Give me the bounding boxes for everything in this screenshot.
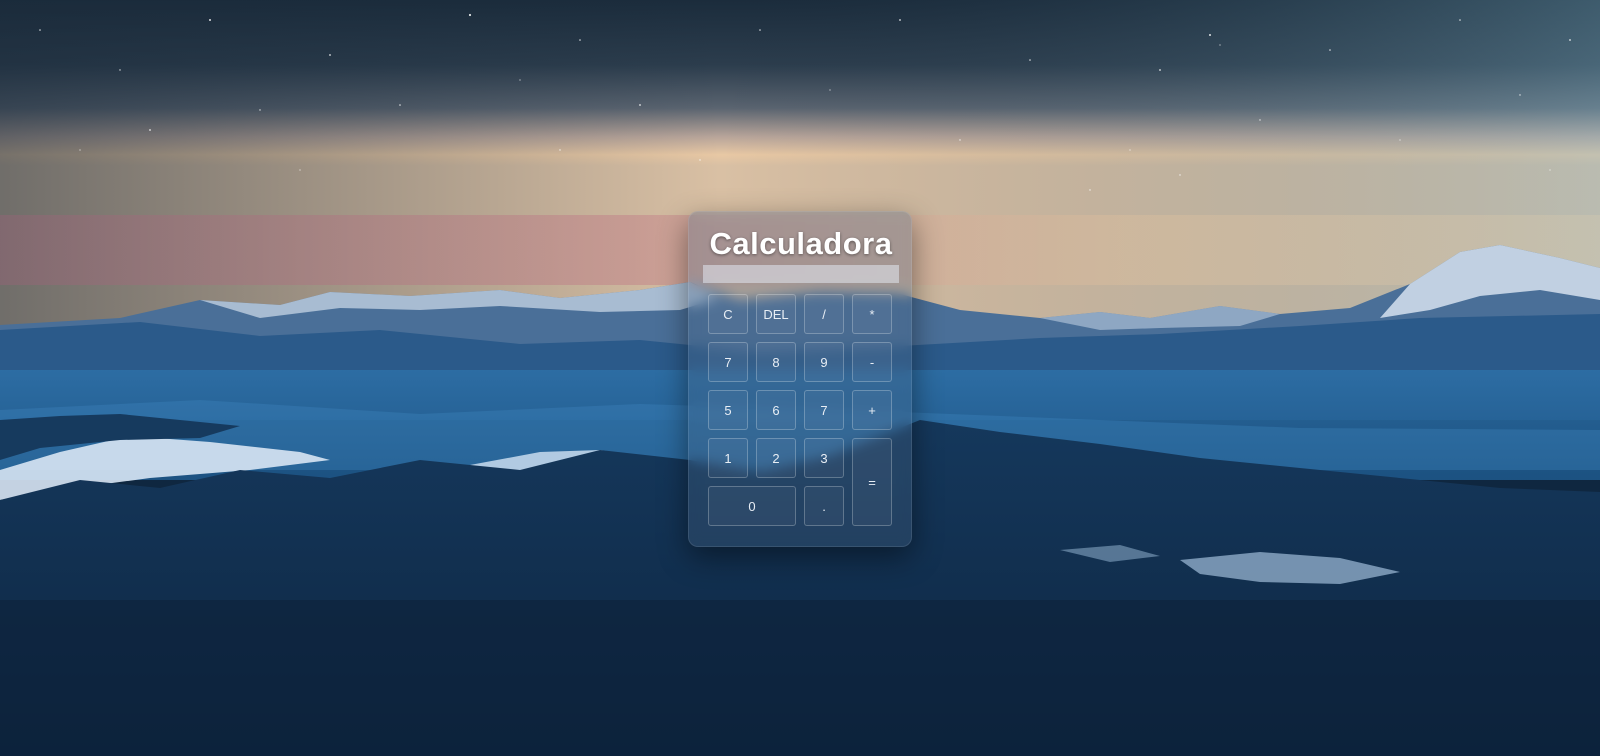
digit-3-button[interactable]: 3: [804, 438, 844, 478]
digit-5-button[interactable]: 5: [708, 390, 748, 430]
digit-7-button[interactable]: 7: [708, 342, 748, 382]
digit-7-second-button[interactable]: 7: [804, 390, 844, 430]
digit-1-button[interactable]: 1: [708, 438, 748, 478]
equals-button[interactable]: =: [852, 438, 892, 526]
display-input[interactable]: [703, 265, 899, 283]
decimal-point-button[interactable]: .: [804, 486, 844, 526]
calculator-title: Calculadora: [709, 226, 893, 261]
plus-button[interactable]: +: [852, 390, 892, 430]
delete-button[interactable]: DEL: [756, 294, 796, 334]
digit-0-button[interactable]: 0: [708, 486, 796, 526]
digit-9-button[interactable]: 9: [804, 342, 844, 382]
calculator-panel: Calculadora C DEL / * 7 8 9 - 5 6 7 + 1 …: [688, 211, 912, 547]
digit-6-button[interactable]: 6: [756, 390, 796, 430]
clear-button[interactable]: C: [708, 294, 748, 334]
digit-8-button[interactable]: 8: [756, 342, 796, 382]
minus-button[interactable]: -: [852, 342, 892, 382]
digit-2-button[interactable]: 2: [756, 438, 796, 478]
multiply-button[interactable]: *: [852, 294, 892, 334]
divide-button[interactable]: /: [804, 294, 844, 334]
keypad: C DEL / * 7 8 9 - 5 6 7 + 1 2 3 = 0 .: [708, 294, 892, 526]
